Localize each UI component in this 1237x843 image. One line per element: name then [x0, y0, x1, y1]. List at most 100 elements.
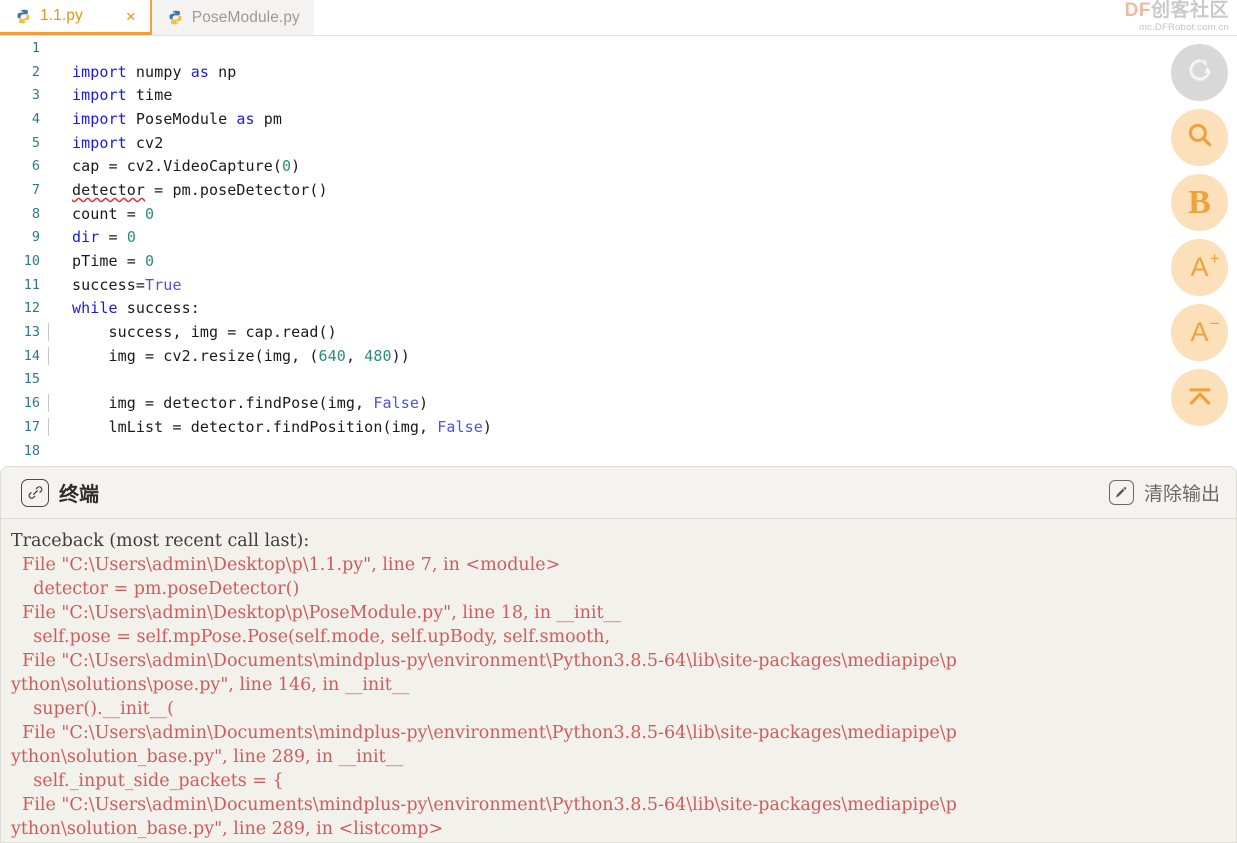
code-line: 3 import time	[0, 83, 1237, 107]
tab-close-icon[interactable]: ×	[92, 8, 136, 25]
tab-1-1-py[interactable]: 1.1.py ×	[0, 0, 150, 35]
line-number: 1	[31, 39, 40, 56]
eraser-icon	[1108, 480, 1134, 505]
bold-button[interactable]: B	[1171, 174, 1228, 231]
code-token: ,	[345, 346, 365, 365]
code-line: 7 detector = pm.poseDetector()	[0, 178, 1237, 202]
terminal-line: super().__init__(	[11, 699, 174, 719]
editor-side-toolbar: B A + A −	[1171, 44, 1229, 426]
code-token: 480	[364, 346, 392, 365]
line-number: 13	[23, 324, 40, 341]
terminal-line: detector = pm.poseDetector()	[11, 579, 300, 599]
terminal-line: File "C:\Users\admin\Documents\mindplus-…	[11, 723, 957, 743]
line-number: 10	[23, 253, 40, 270]
refresh-button[interactable]	[1171, 44, 1228, 101]
code-token: cv2	[126, 133, 164, 152]
indent-guide	[48, 323, 49, 342]
code-token: pTime =	[72, 252, 146, 271]
code-token: img = detector.findPose(img,	[72, 394, 374, 413]
line-number: 9	[31, 229, 40, 246]
collapse-up-icon	[1184, 379, 1216, 416]
line-number: 11	[23, 276, 40, 293]
code-text: success=True	[48, 276, 1237, 294]
code-token: pm	[254, 109, 283, 128]
line-number: 7	[31, 181, 40, 198]
code-editor[interactable]: 1 2 import numpy as np 3 import time 4 import …	[0, 36, 1237, 466]
code-line: 13 success, img = cap.read()	[0, 320, 1237, 344]
code-token: PoseModule	[126, 109, 237, 128]
link-icon	[21, 478, 49, 507]
code-line: 14 img = cv2.resize(img, (640, 480))	[0, 344, 1237, 368]
code-token: )	[482, 417, 493, 436]
code-text: import PoseModule as pm	[48, 110, 1237, 128]
code-line: 5 import cv2	[0, 131, 1237, 155]
code-line: 8 count = 0	[0, 202, 1237, 226]
terminal-line: self.pose = self.mpPose.Pose(self.mode, …	[11, 627, 611, 647]
python-icon	[168, 10, 183, 25]
code-line: 16 img = detector.findPose(img, False)	[0, 391, 1237, 415]
code-token: =	[99, 228, 127, 247]
code-token: 0	[145, 204, 155, 223]
terminal-line: ython\solution_base.py", line 289, in <l…	[11, 819, 444, 839]
code-token: detector	[72, 180, 146, 199]
code-token: 640	[318, 346, 346, 365]
code-token: time	[126, 86, 173, 105]
code-token: import	[72, 109, 127, 128]
code-token: as	[190, 62, 209, 81]
code-token: False	[373, 394, 419, 413]
code-token: True	[145, 275, 182, 294]
indent-guide	[48, 394, 49, 413]
code-token: import	[72, 133, 127, 152]
refresh-icon	[1185, 55, 1215, 90]
code-text: import numpy as np	[48, 63, 1237, 81]
code-token: )	[291, 157, 301, 176]
code-token: 0	[145, 252, 155, 271]
code-text: while success:	[48, 299, 1237, 317]
code-token: dir	[72, 228, 100, 247]
code-token: lmList = detector.findPosition(img,	[72, 417, 438, 436]
code-token: import	[72, 62, 127, 81]
font-decrease-button[interactable]: A −	[1171, 304, 1228, 361]
indent-guide	[48, 346, 49, 365]
code-line: 17 lmList = detector.findPosition(img, F…	[0, 415, 1237, 439]
clear-output-button[interactable]: 清除输出	[1108, 479, 1220, 506]
tab-posemodule-py[interactable]: PoseModule.py	[149, 0, 314, 35]
code-token: cap = cv2.VideoCapture(	[72, 157, 283, 176]
collapse-button[interactable]	[1171, 369, 1228, 426]
line-number: 16	[23, 395, 40, 412]
dfrobot-watermark: DF创客社区 mc.DFRobot.com.cn	[1125, 1, 1229, 33]
code-text: dir = 0	[48, 228, 1237, 246]
line-number: 4	[31, 110, 40, 127]
code-line: 1	[0, 36, 1237, 60]
code-token: = pm.poseDetector()	[145, 180, 328, 199]
line-number: 5	[31, 134, 40, 151]
mindplus-ide-window: 1.1.py × PoseModule.py DF创客社区 mc.DFRobot…	[0, 0, 1237, 843]
line-number: 6	[31, 158, 40, 175]
tab-label: 1.1.py	[40, 7, 83, 24]
bold-icon: B	[1188, 183, 1211, 221]
terminal-panel: 终端 清除输出 Traceback (most recent call last…	[0, 466, 1237, 843]
terminal-line: File "C:\Users\admin\Desktop\p\PoseModul…	[11, 603, 622, 623]
code-line: 4 import PoseModule as pm	[0, 107, 1237, 131]
code-text: import cv2	[48, 134, 1237, 152]
search-button[interactable]	[1171, 109, 1228, 166]
code-token: )	[418, 394, 429, 413]
font-decrease-icon: A −	[1190, 315, 1219, 346]
code-line: 11 success=True	[0, 273, 1237, 297]
line-number: 17	[23, 418, 40, 435]
terminal-title-group: 终端	[21, 478, 99, 507]
code-token: success, img = cap.read()	[72, 323, 337, 342]
terminal-line: Traceback (most recent call last):	[11, 531, 310, 551]
code-token: ))	[391, 346, 410, 365]
code-lines-container: 1 2 import numpy as np 3 import time 4 import …	[0, 36, 1237, 462]
terminal-output[interactable]: Traceback (most recent call last): File …	[1, 519, 1236, 842]
code-token: success:	[117, 299, 200, 318]
code-token: import	[72, 86, 127, 105]
font-increase-button[interactable]: A +	[1171, 239, 1228, 296]
terminal-header: 终端 清除输出	[1, 467, 1236, 519]
font-increase-icon: A +	[1190, 250, 1219, 281]
code-text: pTime = 0	[48, 252, 1237, 270]
code-line: 10 pTime = 0	[0, 249, 1237, 273]
clear-output-label: 清除输出	[1143, 484, 1220, 505]
code-line: 9 dir = 0	[0, 226, 1237, 250]
